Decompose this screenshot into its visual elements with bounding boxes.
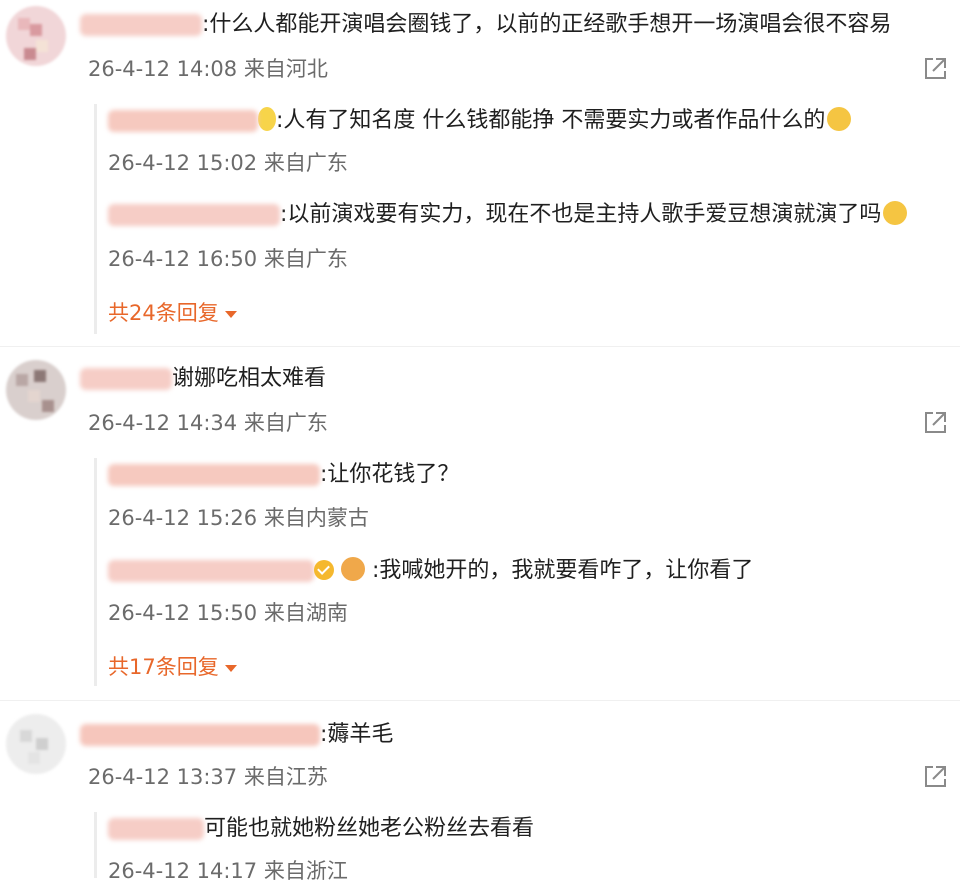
redacted-username[interactable] xyxy=(108,110,258,132)
reply-divider xyxy=(94,458,97,686)
reply-meta: 26-4-12 15:02 来自广东 xyxy=(108,151,348,175)
reply-text: :我喊她开的，我就要看咋了，让你看了 xyxy=(108,556,753,586)
redacted-username[interactable] xyxy=(108,818,204,840)
comment-text: :什么人都能开演唱会圈钱了，以前的正经歌手想开一场演唱会很不容易 xyxy=(80,10,891,40)
share-icon[interactable] xyxy=(922,56,948,82)
avatar[interactable] xyxy=(6,6,66,66)
caret-down-icon xyxy=(224,664,237,672)
redacted-username[interactable] xyxy=(108,204,280,226)
comment-text: 谢娜吃相太难看 xyxy=(80,364,326,394)
redacted-username[interactable] xyxy=(80,368,172,390)
expand-replies-link[interactable]: 共24条回复 xyxy=(108,298,237,328)
comment-meta: 26-4-12 14:08 来自河北 xyxy=(88,57,328,81)
share-icon[interactable] xyxy=(922,410,948,436)
verified-badge-icon xyxy=(314,560,334,580)
comment-meta: 26-4-12 13:37 来自江苏 xyxy=(88,765,328,789)
divider xyxy=(0,700,960,701)
reply-meta: 26-4-12 15:26 来自内蒙古 xyxy=(108,506,369,530)
reply-text: :人有了知名度 什么钱都能挣 不需要实力或者作品什么的 xyxy=(108,106,852,136)
redacted-username[interactable] xyxy=(108,464,320,486)
redacted-username[interactable] xyxy=(108,560,314,582)
laughing-emoji-icon xyxy=(827,107,852,131)
caret-down-icon xyxy=(224,310,237,318)
reply-meta: 26-4-12 16:50 来自广东 xyxy=(108,247,348,271)
reply-text: :以前演戏要有实力，现在不也是主持人歌手爱豆想演就演了吗 xyxy=(108,200,908,230)
reply-divider xyxy=(94,104,97,334)
redacted-username[interactable] xyxy=(80,14,202,36)
comment-meta: 26-4-12 14:34 来自广东 xyxy=(88,411,328,435)
expand-replies-link[interactable]: 共17条回复 xyxy=(108,652,237,682)
reply-meta: 26-4-12 15:50 来自湖南 xyxy=(108,601,348,625)
reply-divider xyxy=(94,812,97,878)
comment-text: :薅羊毛 xyxy=(80,720,393,750)
reply-text: :让你花钱了？ xyxy=(108,460,459,490)
share-icon[interactable] xyxy=(922,764,948,790)
face-emoji-icon xyxy=(258,107,276,131)
divider xyxy=(0,346,960,347)
avatar-emoji-icon xyxy=(341,557,365,581)
redacted-username[interactable] xyxy=(80,724,320,746)
reply-meta: 26-4-12 14:17 来自浙江 xyxy=(108,859,348,883)
avatar[interactable] xyxy=(6,360,66,420)
avatar[interactable] xyxy=(6,714,66,774)
reply-text: 可能也就她粉丝她老公粉丝去看看 xyxy=(108,814,534,844)
grin-emoji-icon xyxy=(883,201,908,225)
